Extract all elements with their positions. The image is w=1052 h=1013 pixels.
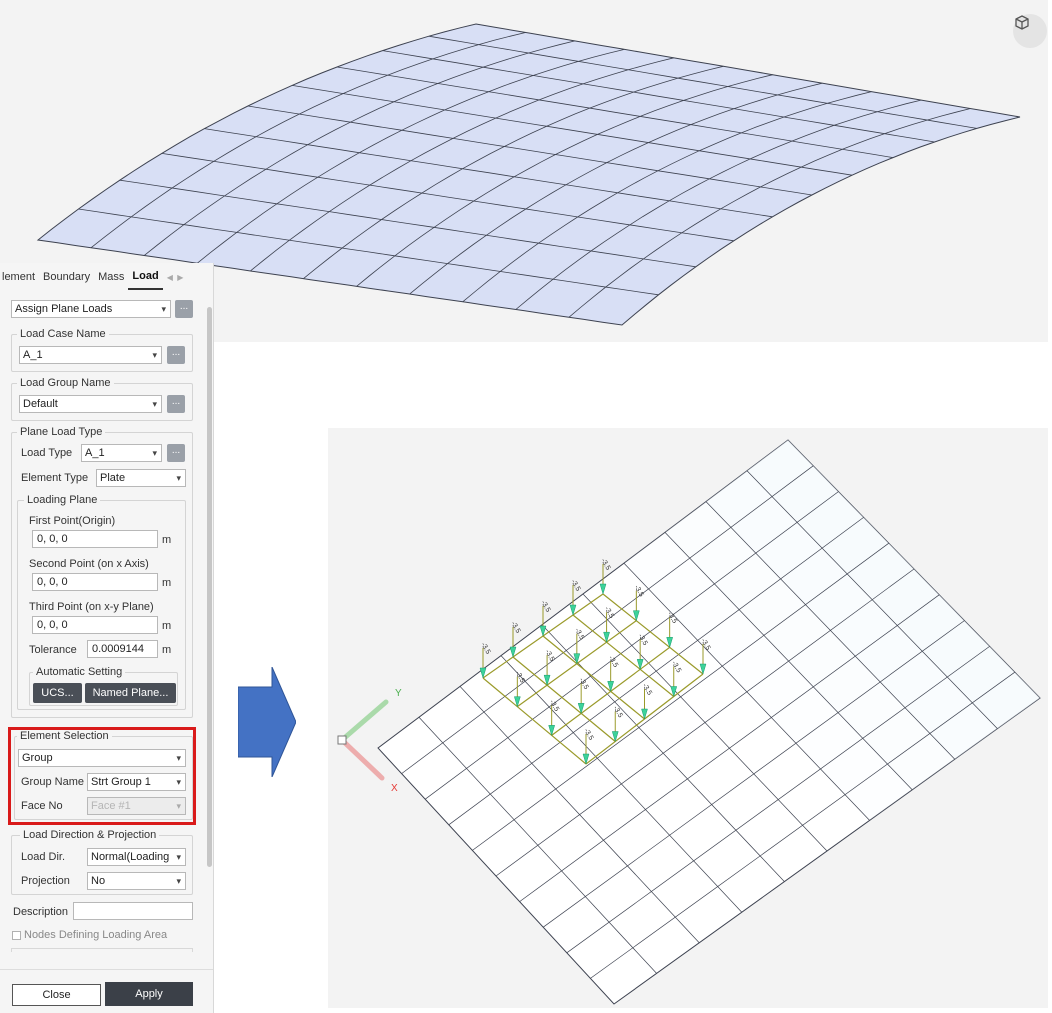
third-point-input[interactable]: 0, 0, 0 [32, 616, 158, 634]
load-dir-select[interactable]: Normal(Loading ▾ [87, 848, 186, 866]
element-selection-highlight [8, 727, 196, 825]
load-group-more-button[interactable]: ... [167, 395, 185, 413]
axis-x-label: X [391, 783, 398, 794]
panel-divider [11, 948, 193, 952]
close-button[interactable]: Close [12, 984, 101, 1006]
tab-load[interactable]: Load [128, 264, 163, 290]
load-case-legend: Load Case Name [17, 328, 109, 340]
command-select[interactable]: Assign Plane Loads ▾ [11, 300, 171, 318]
chevron-down-icon: ▾ [152, 399, 157, 409]
chevron-left-right-icon[interactable]: ◀ ▶ [167, 273, 184, 282]
load-group-legend: Load Group Name [17, 377, 114, 389]
load-group-select[interactable]: Default ▾ [19, 395, 162, 413]
tab-mass[interactable]: Mass [94, 263, 128, 291]
second-point-input[interactable]: 0, 0, 0 [32, 573, 158, 591]
assign-plane-loads-panel: lement Boundary Mass Load ◀ ▶ Assign Pla… [0, 263, 214, 1013]
load-dir-value: Normal(Loading [91, 851, 170, 863]
command-select-value: Assign Plane Loads [15, 303, 113, 315]
chevron-down-icon: ▾ [152, 350, 157, 360]
first-point-label: First Point(Origin) [29, 515, 116, 527]
load-group-value: Default [23, 398, 58, 410]
load-value-label: -3.5 [599, 558, 611, 572]
chevron-down-icon: ▾ [161, 304, 166, 314]
axis-origin [337, 735, 347, 745]
tolerance-input[interactable]: 0.0009144 [87, 640, 158, 658]
load-type-more-button[interactable]: ... [167, 444, 185, 462]
second-point-unit: m [162, 577, 172, 589]
named-plane-button[interactable]: Named Plane... [85, 683, 176, 703]
element-type-select[interactable]: Plate ▾ [96, 469, 186, 487]
load-type-value: A_1 [85, 447, 105, 459]
panel-scrollbar[interactable] [207, 307, 212, 867]
projection-label: Projection [21, 875, 70, 887]
plane-load-type-legend: Plane Load Type [17, 426, 106, 438]
first-point-input[interactable]: 0, 0, 0 [32, 530, 158, 548]
tab-bar: lement Boundary Mass Load ◀ ▶ [0, 263, 213, 291]
description-input[interactable] [73, 902, 193, 920]
automatic-setting-legend: Automatic Setting [33, 666, 126, 678]
chevron-down-icon: ▾ [176, 852, 181, 862]
load-case-select[interactable]: A_1 ▾ [19, 346, 162, 364]
panel-footer: Close Apply [0, 969, 213, 1013]
load-value-label: -3.5 [509, 621, 521, 635]
bottom-3d-viewport[interactable]: -3.5 -3.5 -3.5 -3.5 -3.5 -3.5 -3.5 -3.5 -3.5 -3.5… [328, 428, 1048, 1008]
element-type-value: Plate [100, 472, 126, 484]
tab-boundary[interactable]: Boundary [39, 263, 94, 291]
third-point-label: Third Point (on x-y Plane) [29, 601, 154, 613]
nodes-defining-checkbox[interactable] [12, 931, 21, 940]
tolerance-unit: m [162, 644, 172, 656]
load-dir-label: Load Dir. [21, 851, 66, 863]
right-arrow-icon [238, 667, 296, 777]
element-type-label: Element Type [21, 472, 89, 484]
loading-plane-legend: Loading Plane [24, 494, 101, 506]
nodes-defining-label: Nodes Defining Loading Area [24, 929, 168, 941]
load-value-label: -3.5 [569, 579, 581, 593]
bottom-plate-mesh: -3.5-3.5-3.5-3.5-3.5-3.5-3.5-3.5-3.5-3.5… [337, 439, 1041, 1005]
command-more-button[interactable]: ... [175, 300, 193, 318]
axis-x-line [339, 737, 385, 781]
load-value-label: -3.5 [479, 642, 491, 656]
apply-button[interactable]: Apply [105, 982, 193, 1006]
chevron-down-icon: ▾ [176, 473, 181, 483]
cube-icon [1015, 15, 1029, 30]
load-direction-legend: Load Direction & Projection [20, 829, 160, 841]
load-case-value: A_1 [23, 349, 43, 361]
load-value-label: -3.5 [539, 600, 551, 614]
view-cube-button[interactable] [1013, 14, 1047, 48]
first-point-unit: m [162, 534, 172, 546]
projection-value: No [91, 875, 106, 887]
chevron-down-icon: ▾ [176, 876, 181, 886]
load-case-more-button[interactable]: ... [167, 346, 185, 364]
second-point-label: Second Point (on x Axis) [29, 558, 149, 570]
load-type-select[interactable]: A_1 ▾ [81, 444, 162, 462]
axis-y-label: Y [395, 688, 402, 699]
chevron-down-icon: ▾ [152, 448, 157, 458]
axis-y-line [339, 699, 389, 743]
tolerance-label: Tolerance [29, 644, 77, 656]
load-type-label: Load Type [21, 447, 73, 459]
tab-element[interactable]: lement [0, 263, 39, 291]
projection-select[interactable]: No ▾ [87, 872, 186, 890]
ucs-button[interactable]: UCS... [33, 683, 82, 703]
description-label: Description [13, 906, 69, 918]
third-point-unit: m [162, 620, 172, 632]
